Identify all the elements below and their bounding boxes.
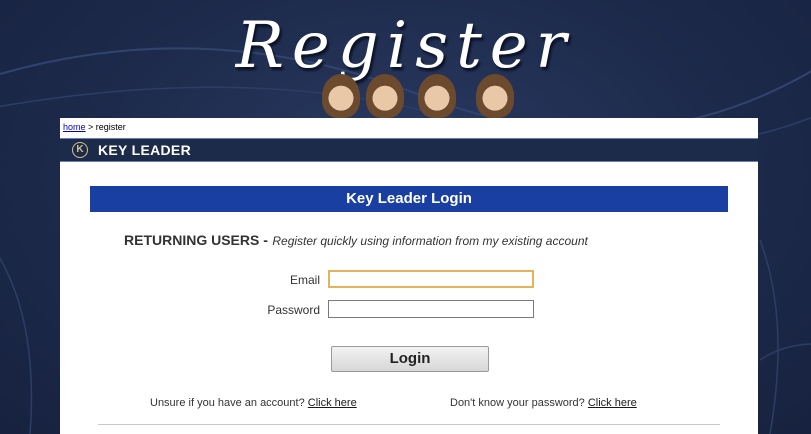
login-button[interactable]: Login: [331, 346, 489, 372]
unsure-account-label: Unsure if you have an account?: [150, 397, 305, 409]
login-box: Key Leader Login RETURNING USERS - Regis…: [90, 186, 728, 434]
forgot-password-link[interactable]: Click here: [588, 397, 637, 409]
email-label: Email: [289, 273, 320, 287]
returning-users-heading: RETURNING USERS - Register quickly using…: [124, 232, 588, 250]
breadcrumb-home-link[interactable]: home: [63, 122, 86, 132]
breadcrumb-current: register: [95, 122, 126, 132]
person-face-icon: [418, 74, 456, 118]
section-title: KEY LEADER: [98, 142, 191, 158]
person-face-icon: [322, 74, 360, 118]
login-box-header: Key Leader Login: [90, 186, 728, 212]
forgot-password-text: Don't know your password? Click here: [450, 397, 637, 409]
returning-users-description: Register quickly using information from …: [272, 234, 588, 248]
breadcrumb: home > register: [63, 122, 126, 132]
section-header-bar: K KEY LEADER: [60, 138, 758, 162]
unsure-account-text: Unsure if you have an account? Click her…: [150, 397, 357, 409]
person-face-icon: [366, 74, 404, 118]
key-club-logo-icon: K: [72, 142, 88, 158]
forgot-password-label: Don't know your password?: [450, 397, 585, 409]
returning-users-label: RETURNING USERS -: [124, 232, 268, 248]
email-field[interactable]: [328, 270, 534, 288]
breadcrumb-separator: >: [85, 122, 96, 132]
password-row: Password: [90, 300, 728, 322]
divider: [98, 424, 720, 425]
unsure-account-link[interactable]: Click here: [308, 397, 357, 409]
faces-banner-icon: [300, 72, 520, 118]
password-label: Password: [267, 303, 320, 317]
person-face-icon: [476, 74, 514, 118]
password-field[interactable]: [328, 300, 534, 318]
email-row: Email: [90, 270, 728, 292]
